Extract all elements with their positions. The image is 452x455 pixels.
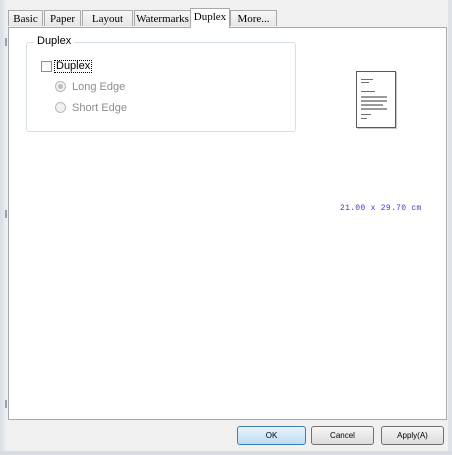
- duplex-group-title: Duplex: [34, 35, 75, 47]
- long-edge-option[interactable]: Long Edge: [55, 80, 125, 93]
- preview-line: [361, 82, 369, 83]
- preview-line: [361, 79, 373, 80]
- preview-line: [361, 96, 387, 98]
- ok-button[interactable]: OK: [237, 426, 306, 445]
- window-bottom-edge: [0, 451, 452, 455]
- duplex-checkbox-label[interactable]: Duplex: [54, 60, 93, 73]
- preview-line: [361, 91, 375, 92]
- tab-more[interactable]: More...: [230, 10, 277, 26]
- cancel-button[interactable]: Cancel: [311, 426, 374, 445]
- tab-duplex[interactable]: Duplex: [190, 8, 230, 28]
- long-edge-label: Long Edge: [72, 80, 126, 93]
- duplex-checkbox-row[interactable]: Duplex: [41, 60, 93, 73]
- long-edge-radio[interactable]: [55, 81, 66, 92]
- preview-line: [361, 108, 387, 110]
- preview-line: [361, 118, 367, 119]
- preview-line: [361, 114, 371, 115]
- edge-tick: [5, 38, 7, 46]
- apply-button[interactable]: Apply(A): [381, 426, 444, 445]
- short-edge-option[interactable]: Short Edge: [55, 101, 127, 114]
- tab-paper[interactable]: Paper: [44, 10, 81, 26]
- preview-line: [361, 100, 387, 102]
- tab-layout[interactable]: Layout: [82, 10, 133, 26]
- edge-tick: [5, 400, 7, 408]
- duplex-checkbox[interactable]: [41, 61, 52, 72]
- paper-size-label: 21.00 x 29.70 cm: [340, 204, 422, 213]
- edge-tick: [5, 210, 7, 218]
- short-edge-radio[interactable]: [55, 102, 66, 113]
- window-left-edge: [0, 0, 7, 455]
- page-preview-icon: [356, 71, 396, 128]
- window-right-edge: [448, 0, 452, 455]
- tab-basic[interactable]: Basic: [8, 10, 43, 26]
- tab-watermarks[interactable]: Watermarks: [134, 10, 191, 26]
- short-edge-label: Short Edge: [72, 101, 128, 114]
- preview-line: [361, 104, 383, 106]
